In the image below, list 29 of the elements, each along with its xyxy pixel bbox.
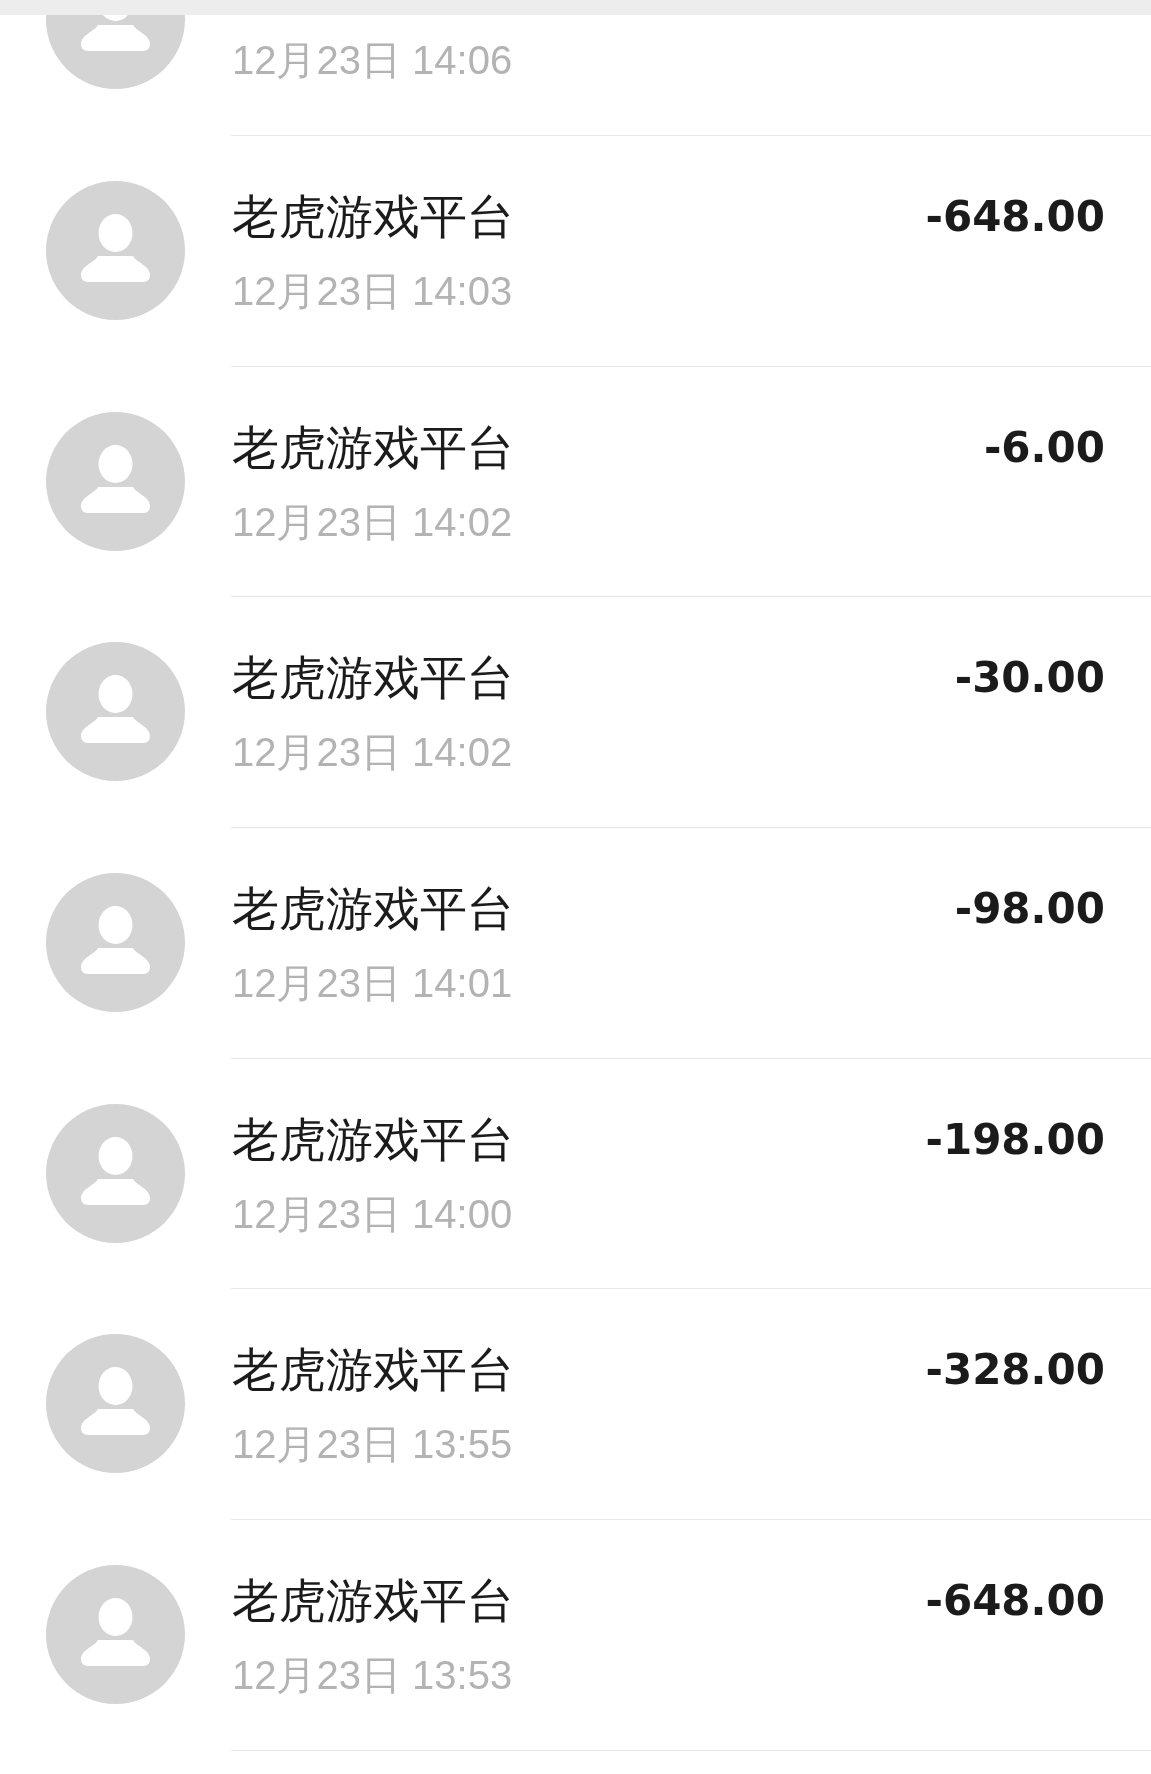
transaction-amount: -198.00: [925, 1113, 1105, 1166]
avatar-icon: [46, 181, 185, 320]
merchant-name: 老虎游戏平台: [232, 650, 514, 707]
transaction-amount: -328.00: [925, 1344, 1105, 1397]
avatar-icon: [46, 1103, 185, 1243]
transaction-amount: -30.00: [954, 652, 1105, 705]
transaction-amount: -6.00: [983, 421, 1105, 474]
transaction-amount: -98.00: [954, 883, 1105, 936]
transaction-time: 12月23日 13:53: [232, 1652, 513, 1699]
transaction-time: 12月23日 14:02: [232, 729, 513, 776]
merchant-name: 老虎游戏平台: [232, 1573, 514, 1630]
avatar-icon: [46, 1565, 185, 1705]
avatar-icon: [46, 873, 185, 1013]
transaction-time: 12月23日 14:03: [232, 268, 513, 314]
merchant-name: 老虎游戏平台: [232, 189, 514, 245]
avatar-icon: [46, 642, 185, 782]
transaction-time: 12月23日 14:02: [232, 498, 513, 545]
transaction-time: 12月23日 14:00: [232, 1190, 513, 1237]
transaction-time: 12月23日 14:06: [232, 37, 513, 83]
transaction-time: 12月23日 14:01: [232, 960, 513, 1007]
merchant-name: 老虎游戏平台: [232, 419, 514, 476]
transaction-time: 12月23日 13:55: [232, 1421, 513, 1468]
merchant-name: 老虎游戏平台: [232, 1342, 514, 1399]
avatar-icon: [46, 411, 185, 551]
transaction-amount: -648.00: [925, 1575, 1105, 1628]
merchant-name: 老虎游戏平台: [232, 1111, 514, 1168]
merchant-name: 老虎游戏平台: [232, 881, 514, 938]
avatar-icon: [46, 1334, 185, 1474]
transaction-amount: -648.00: [925, 191, 1105, 243]
